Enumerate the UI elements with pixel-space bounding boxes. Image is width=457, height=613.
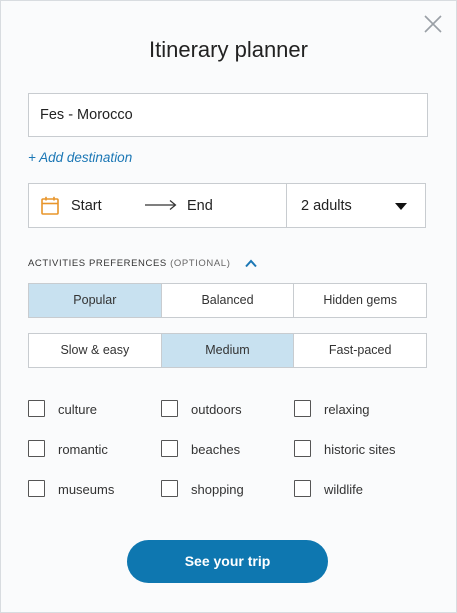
arrow-right-icon	[145, 200, 177, 210]
divider	[286, 184, 287, 227]
museums-label: museums	[58, 482, 115, 497]
shopping-checkbox[interactable]	[161, 480, 178, 497]
page-title: Itinerary planner	[149, 37, 308, 62]
outdoors-checkbox[interactable]	[161, 400, 178, 417]
culture-checkbox[interactable]	[28, 400, 45, 417]
beaches-checkbox[interactable]	[161, 440, 178, 457]
slow-easy-option[interactable]: Slow & easy	[29, 334, 161, 367]
wildlife-label: wildlife	[324, 482, 364, 497]
pace-selector: Slow & easy Medium Fast-paced	[28, 333, 427, 368]
shopping-label: shopping	[191, 482, 244, 497]
calendar-icon[interactable]	[41, 196, 59, 215]
outdoors-label: outdoors	[191, 402, 242, 417]
historic-sites-checkbox[interactable]	[294, 440, 311, 457]
historic-sites-label: historic sites	[324, 442, 396, 457]
close-icon[interactable]	[422, 13, 444, 35]
add-destination-link[interactable]: + Add destination	[28, 150, 132, 165]
end-date[interactable]: End	[187, 198, 213, 214]
see-your-trip-button[interactable]: See your trip	[127, 540, 328, 583]
romantic-label: romantic	[58, 442, 108, 457]
relaxing-label: relaxing	[324, 402, 370, 417]
destination-input[interactable]: Fes - Morocco	[28, 93, 428, 137]
chevron-down-icon[interactable]	[395, 203, 407, 210]
optional-label: (OPTIONAL)	[170, 258, 231, 269]
beaches-label: beaches	[191, 442, 241, 457]
relaxing-checkbox[interactable]	[294, 400, 311, 417]
romantic-checkbox[interactable]	[28, 440, 45, 457]
popular-option[interactable]: Popular	[29, 284, 161, 317]
travelers-select[interactable]: 2 adults	[301, 198, 352, 214]
culture-label: culture	[58, 402, 98, 417]
medium-option[interactable]: Medium	[160, 334, 294, 367]
popularity-selector: Popular Balanced Hidden gems	[28, 283, 427, 318]
preferences-heading: ACTIVITIES PREFERENCES (OPTIONAL)	[28, 258, 230, 269]
museums-checkbox[interactable]	[28, 480, 45, 497]
itinerary-panel: Itinerary planner Fes - Morocco + Add de…	[0, 0, 457, 613]
start-date[interactable]: Start	[71, 198, 102, 214]
balanced-option[interactable]: Balanced	[160, 284, 294, 317]
hidden-gems-option[interactable]: Hidden gems	[293, 284, 426, 317]
preferences-label: ACTIVITIES PREFERENCES	[28, 258, 167, 269]
chevron-up-icon[interactable]	[245, 259, 257, 268]
fast-paced-option[interactable]: Fast-paced	[293, 334, 426, 367]
date-travelers-field: Start End 2 adults	[28, 183, 426, 228]
wildlife-checkbox[interactable]	[294, 480, 311, 497]
